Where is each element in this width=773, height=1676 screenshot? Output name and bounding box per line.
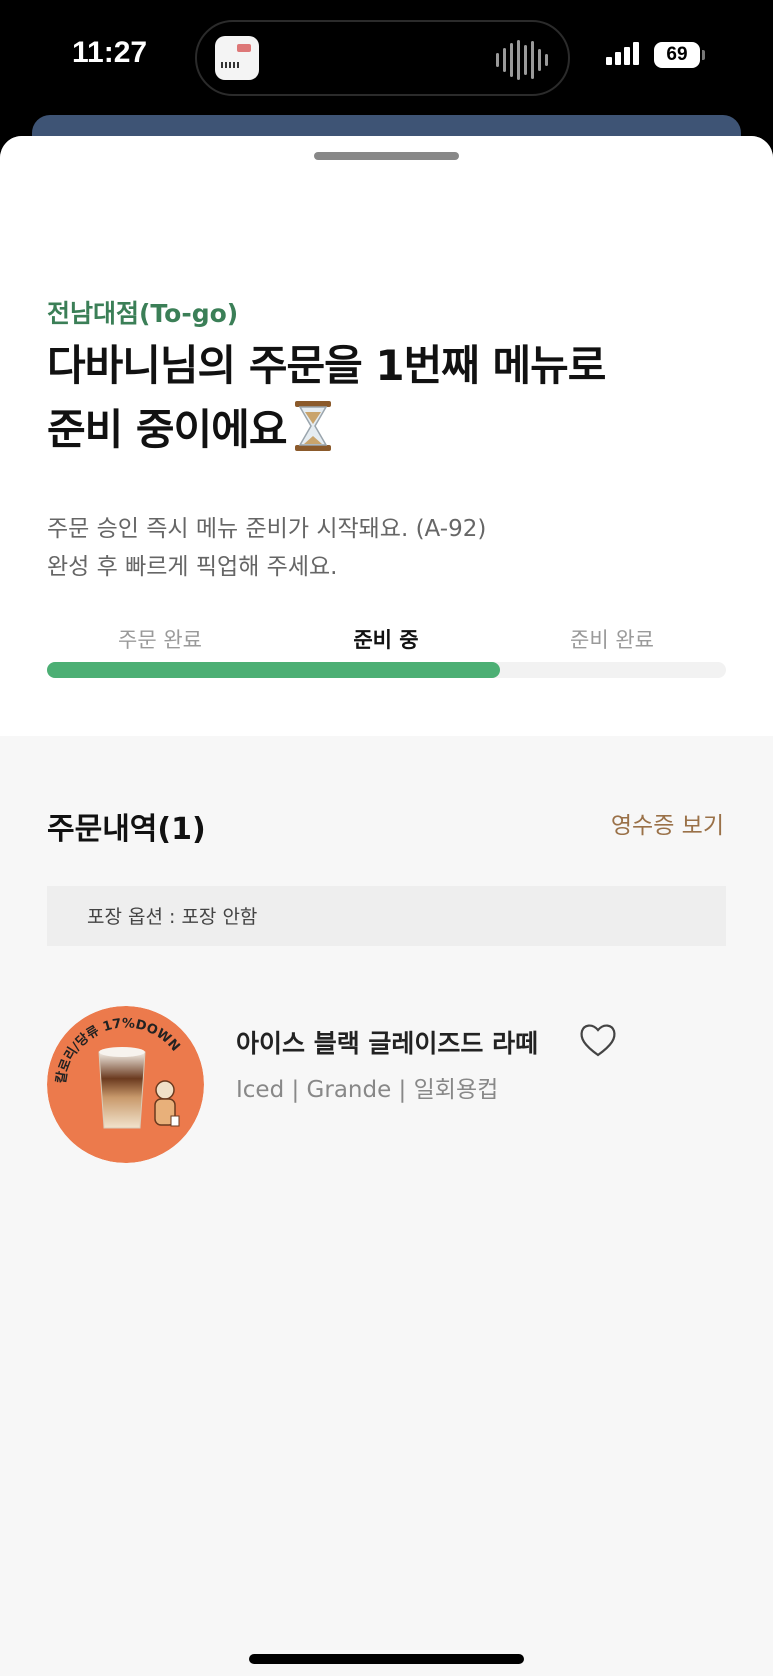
status-bar: 11:27 69 <box>0 0 773 120</box>
app-thumbnail-icon <box>215 36 259 80</box>
status-time: 11:27 <box>72 36 148 69</box>
step-preparing: 준비 중 <box>353 628 419 652</box>
hourglass-icon <box>295 401 332 451</box>
store-name: 전남대점(To-go) <box>47 299 239 328</box>
packaging-option-text: 포장 옵션 : 포장 안함 <box>87 906 258 928</box>
cellular-signal-icon <box>606 42 639 65</box>
item-options: Iced | Grande | 일회용컵 <box>236 1077 499 1103</box>
packaging-option-box: 포장 옵션 : 포장 안함 <box>47 886 726 946</box>
order-subtitle: 주문 승인 즉시 메뉴 준비가 시작돼요. (A-92) 완성 후 빠르게 픽업… <box>47 510 486 586</box>
battery-icon: 69 <box>654 42 700 68</box>
order-status-sheet: 전남대점(To-go) 다바니님의 주문을 1번째 메뉴로 준비 중이에요 주문… <box>0 136 773 1676</box>
product-badge-graphic: 칼로리/당류 17%DOWN <box>47 1006 204 1163</box>
sheet-grabber-handle[interactable] <box>314 152 459 160</box>
heart-outline-icon[interactable] <box>578 1020 618 1060</box>
step-ready: 준비 완료 <box>570 628 654 652</box>
battery-tip <box>702 50 705 60</box>
order-headline: 다바니님의 주문을 1번째 메뉴로 준비 중이에요 <box>47 334 737 462</box>
product-image[interactable]: 칼로리/당류 17%DOWN <box>47 1006 204 1163</box>
audio-waveform-icon <box>496 40 548 80</box>
subtitle-line-1: 주문 승인 즉시 메뉴 준비가 시작돼요. (A-92) <box>47 516 487 542</box>
progress-fill <box>47 662 500 678</box>
subtitle-line-2: 완성 후 빠르게 픽업해 주세요. <box>47 554 338 580</box>
step-order-complete: 주문 완료 <box>118 628 202 652</box>
headline-line-2: 준비 중이에요 <box>47 405 287 454</box>
home-indicator[interactable] <box>249 1654 524 1664</box>
dynamic-island[interactable] <box>195 20 570 96</box>
item-name: 아이스 블랙 글레이즈드 라떼 <box>236 1029 539 1058</box>
progress-track <box>47 662 726 678</box>
order-history-title: 주문내역(1) <box>47 812 206 847</box>
view-receipt-link[interactable]: 영수증 보기 <box>611 806 724 840</box>
headline-line-1: 다바니님의 주문을 1번째 메뉴로 <box>47 341 606 390</box>
progress-steps: 주문 완료 준비 중 준비 완료 <box>47 624 725 654</box>
